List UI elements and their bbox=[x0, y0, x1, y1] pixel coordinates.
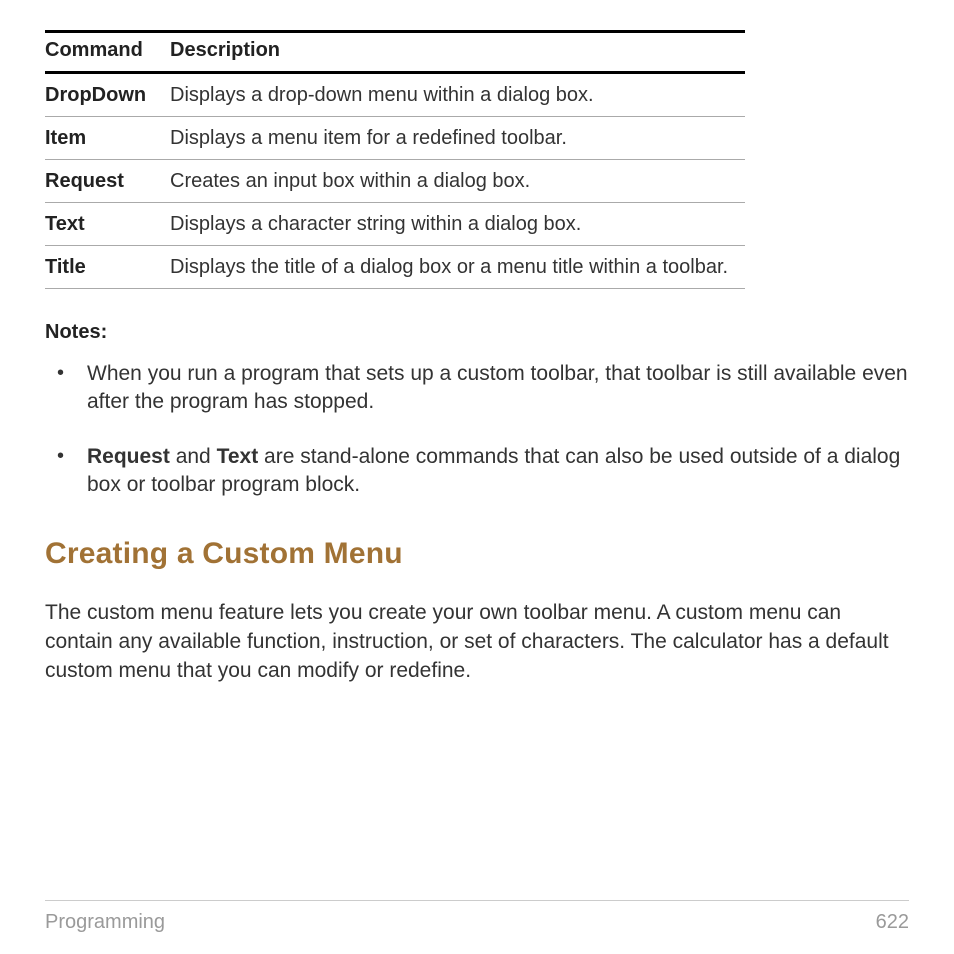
note-bold: Text bbox=[217, 445, 259, 468]
col-header-description: Description bbox=[170, 32, 745, 73]
cell-description: Displays the title of a dialog box or a … bbox=[170, 246, 745, 289]
table-row: Item Displays a menu item for a redefine… bbox=[45, 117, 745, 160]
command-table: Command Description DropDown Displays a … bbox=[45, 30, 745, 289]
cell-command: Text bbox=[45, 203, 170, 246]
cell-command: Item bbox=[45, 117, 170, 160]
note-text: and bbox=[170, 445, 217, 468]
cell-command: Request bbox=[45, 160, 170, 203]
table-row: Title Displays the title of a dialog box… bbox=[45, 246, 745, 289]
footer-page-number: 622 bbox=[876, 911, 909, 934]
table-row: Text Displays a character string within … bbox=[45, 203, 745, 246]
cell-description: Creates an input box within a dialog box… bbox=[170, 160, 745, 203]
cell-description: Displays a character string within a dia… bbox=[170, 203, 745, 246]
note-bold: Request bbox=[87, 445, 170, 468]
notes-label: Notes: bbox=[45, 321, 909, 344]
table-row: Request Creates an input box within a di… bbox=[45, 160, 745, 203]
table-header-row: Command Description bbox=[45, 32, 745, 73]
cell-command: DropDown bbox=[45, 73, 170, 117]
col-header-command: Command bbox=[45, 32, 170, 73]
note-text: When you run a program that sets up a cu… bbox=[87, 362, 908, 413]
notes-list: When you run a program that sets up a cu… bbox=[45, 360, 909, 499]
page-footer: Programming 622 bbox=[45, 900, 909, 934]
cell-description: Displays a drop-down menu within a dialo… bbox=[170, 73, 745, 117]
footer-chapter: Programming bbox=[45, 911, 165, 934]
section-heading: Creating a Custom Menu bbox=[45, 537, 909, 571]
list-item: Request and Text are stand-alone command… bbox=[85, 443, 909, 500]
cell-command: Title bbox=[45, 246, 170, 289]
table-row: DropDown Displays a drop-down menu withi… bbox=[45, 73, 745, 117]
section-paragraph: The custom menu feature lets you create … bbox=[45, 599, 909, 686]
list-item: When you run a program that sets up a cu… bbox=[85, 360, 909, 417]
cell-description: Displays a menu item for a redefined too… bbox=[170, 117, 745, 160]
document-page: Command Description DropDown Displays a … bbox=[0, 0, 954, 954]
